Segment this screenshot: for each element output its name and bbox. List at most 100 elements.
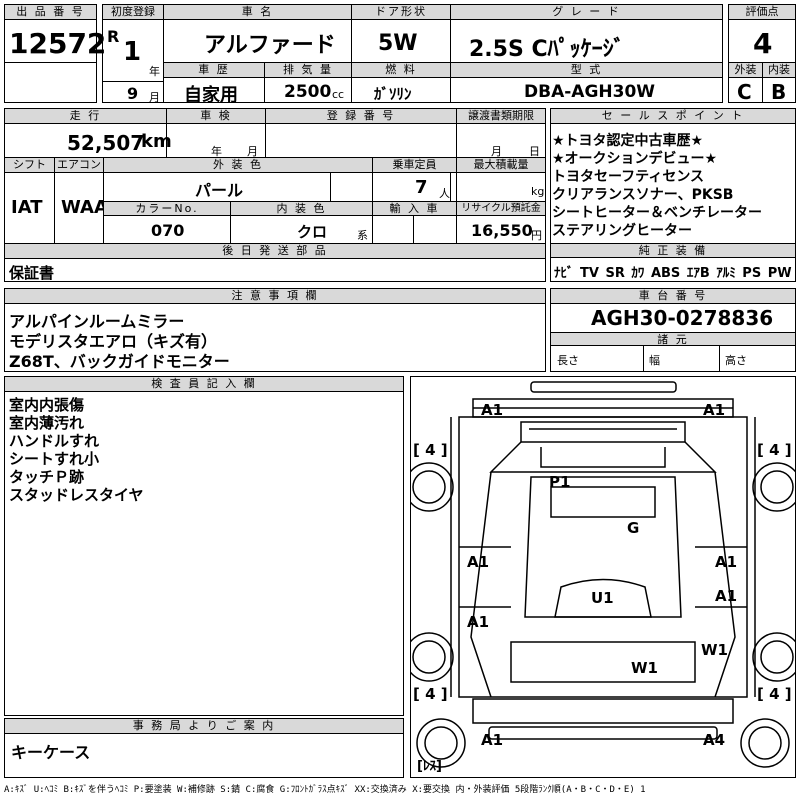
- damage-mark: A1: [703, 401, 726, 419]
- tire-front-left: [ 4 ]: [413, 441, 448, 459]
- sales-point-item: トヨタセーフティセンス: [552, 169, 705, 185]
- later-parts: 保証書: [9, 264, 55, 282]
- transfer-docs-label: 譲渡書類期限: [457, 109, 545, 124]
- office-label: 事 務 局 よ り ご 案 内: [5, 719, 403, 734]
- height-label: 高さ: [725, 354, 747, 367]
- office-box: 事 務 局 よ り ご 案 内 キーケース: [4, 718, 404, 778]
- import-label: 輸 入 車: [373, 201, 456, 216]
- equipment-label: 純 正 装 備: [551, 243, 795, 258]
- fuel: ｶﾞｿﾘﾝ: [374, 85, 412, 103]
- damage-mark: A1: [715, 587, 738, 605]
- length-label: 長さ: [557, 354, 579, 367]
- equipment-item: PS: [742, 266, 762, 281]
- exterior-color: パール: [195, 181, 244, 200]
- sales-points-box: セ ー ル ス ポ イ ン ト ★トヨタ認定中古車歴★ ★オークションデビュー★…: [550, 108, 796, 282]
- car-name: アルファード: [204, 33, 336, 58]
- exterior-label: 外装: [729, 63, 762, 78]
- sales-points-label: セ ー ル ス ポ イ ン ト: [551, 109, 795, 124]
- displacement-unit: cc: [332, 88, 345, 101]
- damage-mark: W1: [631, 659, 658, 677]
- mileage-specs-box: 走 行 車 検 登 録 番 号 譲渡書類期限 52,507 km 年 月 月 日…: [4, 108, 546, 282]
- damage-mark: W1: [701, 641, 728, 659]
- equipment-list: ﾅﾋﾞ TV SR ｶﾜ ABS ｴｱB ｱﾙﾐ PS PW: [554, 262, 792, 281]
- sales-point-item: ★オークションデビュー★: [552, 151, 718, 167]
- score-box: 評価点 4 外装 内装 C B: [728, 4, 796, 104]
- displacement: 2500: [284, 82, 332, 102]
- sales-point-item: ★トヨタ認定中古車歴★: [552, 133, 704, 149]
- inspector-label: 検 査 員 記 入 欄: [5, 377, 403, 392]
- note-line: Z68T、バックガイドモニター: [9, 352, 230, 371]
- seats-unit: 人: [439, 187, 450, 200]
- car-outline-diagram: [404, 381, 800, 768]
- spare-tire: [ﾚｽ]: [417, 759, 442, 774]
- damage-mark: A1: [481, 731, 504, 749]
- damage-mark: A1: [715, 553, 738, 571]
- damage-mark: A1: [481, 401, 504, 419]
- color-number: 070: [151, 221, 185, 240]
- damage-diagram: A1 A1 P1 G A1 A1 A1 U1 A1 W1 W1 A1 A4 [ …: [404, 376, 800, 778]
- equipment-item: SR: [605, 266, 625, 281]
- damage-mark: G: [627, 519, 640, 537]
- max-load-label: 最大積載量: [457, 158, 545, 173]
- lot-number-label: 出 品 番 号: [5, 5, 96, 20]
- notes-label: 注 意 事 項 欄: [5, 289, 545, 304]
- fuel-label: 燃 料: [352, 63, 450, 78]
- mileage-value: 52,507: [67, 131, 145, 155]
- equipment-item: ｱﾙﾐ: [716, 266, 736, 281]
- history-label: 車 歴: [164, 63, 264, 78]
- plate-label: 登 録 番 号: [266, 109, 456, 124]
- lot-number: 12572: [9, 27, 107, 60]
- registration-year: 1: [123, 37, 142, 67]
- model-label: 型 式: [451, 63, 722, 78]
- damage-mark: U1: [591, 589, 614, 607]
- mileage-unit: km: [141, 131, 172, 152]
- tire-rear-right: [ 4 ]: [757, 685, 792, 703]
- ac-label: エアコン: [55, 158, 103, 173]
- door-label: ドア形状: [352, 5, 450, 20]
- shift-label: シフト: [5, 158, 54, 173]
- equipment-item: PW: [767, 266, 792, 281]
- model-code: DBA-AGH30W: [524, 82, 656, 102]
- first-registration-box: 初度登録 R 1 年 9 月: [102, 4, 164, 104]
- interior-color: クロ: [297, 223, 328, 241]
- exterior-color-label: 外 装 色: [104, 158, 372, 173]
- seats: 7: [415, 177, 428, 198]
- shift-type: IAT: [11, 197, 43, 218]
- width-label: 幅: [649, 354, 660, 367]
- office-text: キーケース: [11, 743, 91, 762]
- damage-mark: A1: [467, 553, 490, 571]
- sales-point-item: クリアランスソナー、PKSB: [552, 187, 734, 203]
- chassis-box: 車 台 番 号 AGH30-0278836 諸 元 長さ 幅 高さ: [550, 288, 796, 372]
- inspection-label: 車 検: [167, 109, 265, 124]
- recycle-fee: 16,550: [471, 221, 533, 240]
- month-unit: 月: [149, 91, 160, 104]
- overall-score: 4: [753, 27, 773, 60]
- max-load-unit: kg: [531, 185, 545, 198]
- mileage-label: 走 行: [5, 109, 166, 124]
- grade-label: グ レ ー ド: [451, 5, 722, 20]
- sales-point-item: シートヒーター＆ベンチレーター: [552, 205, 762, 221]
- tire-front-right: [ 4 ]: [757, 441, 792, 459]
- equipment-item: ﾅﾋﾞ: [554, 266, 574, 281]
- recycle-unit: 円: [531, 229, 542, 242]
- chassis-number: AGH30-0278836: [591, 306, 774, 330]
- inspector-box: 検 査 員 記 入 欄 室内内張傷 室内薄汚れ ハンドルすれ シートすれ小 タッ…: [4, 376, 404, 716]
- sales-point-item: ステアリングヒーター: [552, 223, 692, 239]
- ac-type: WAA: [61, 197, 108, 218]
- interior-color-label: 内 装 色: [231, 201, 372, 216]
- equipment-item: TV: [580, 266, 599, 281]
- displacement-label: 排 気 量: [265, 63, 351, 78]
- damage-mark: P1: [549, 473, 571, 491]
- notes-box: 注 意 事 項 欄 アルパインルームミラー モデリスタエアロ（キズ有） Z68T…: [4, 288, 546, 372]
- inspector-line: スタッドレスタイヤ: [9, 486, 144, 504]
- equipment-item: ABS: [650, 266, 681, 281]
- registration-month: 9: [127, 84, 139, 103]
- score-label: 評価点: [729, 5, 795, 20]
- grade: 2.5S Cﾊﾟｯｹｰｼﾞ: [469, 37, 625, 62]
- damage-mark: A4: [703, 731, 726, 749]
- seats-label: 乗車定員: [373, 158, 456, 173]
- equipment-item: ｶﾜ: [631, 266, 645, 281]
- year-unit: 年: [149, 65, 160, 78]
- era: R: [107, 27, 120, 46]
- car-info-box: 車 名 ドア形状 グ レ ー ド アルファード 5W 2.5S Cﾊﾟｯｹｰｼﾞ…: [163, 4, 723, 106]
